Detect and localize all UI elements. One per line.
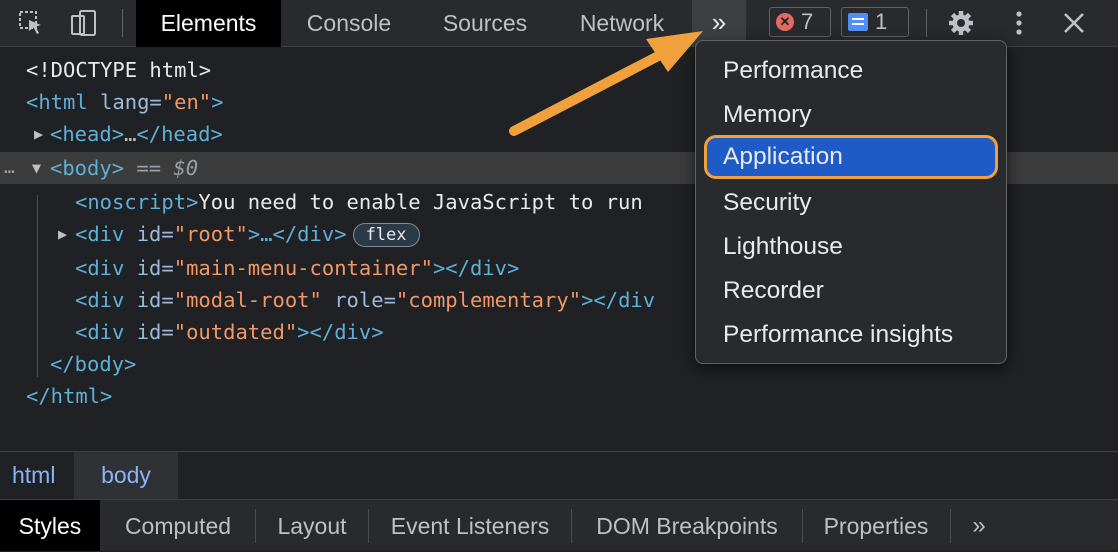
tab-dom-breakpoints[interactable]: DOM Breakpoints [575,500,799,551]
noscript-open-tag: <noscript> [75,190,199,214]
dom-node-html-close[interactable]: </html> [0,380,1118,412]
error-count: 7 [801,9,814,34]
div-collapsed-rest: >…</div> [247,222,347,246]
expand-triangle-icon[interactable]: ▶ [58,218,74,250]
collapse-triangle-icon[interactable]: ▼ [32,152,48,184]
toolbar-divider [122,9,123,37]
more-sidebar-tabs-icon[interactable]: » [955,500,1003,551]
id-value: "root" [173,222,248,246]
menu-item-security[interactable]: Security [704,181,998,225]
head-close-tag: </head> [136,122,223,146]
tab-divider [802,509,803,543]
tab-computed[interactable]: Computed [104,500,252,551]
tab-network[interactable]: Network [563,0,681,47]
div-close: ></div> [297,320,384,344]
menu-item-performance-insights[interactable]: Performance insights [704,313,998,357]
menu-item-lighthouse[interactable]: Lighthouse [704,225,998,269]
error-counter[interactable]: ✕ 7 [769,7,831,37]
body-open-tag: <body> [50,156,125,180]
id-value: "outdated" [173,320,298,344]
tab-styles[interactable]: Styles [0,500,100,551]
html-open-tag: <html [26,90,88,114]
menu-item-application[interactable]: Application [704,135,998,179]
message-icon [848,13,868,31]
sidebar-tabs: Styles Computed Layout Event Listeners D… [0,499,1118,551]
breadcrumb: html body [0,451,1118,499]
more-tabs-icon: » [711,7,727,37]
head-open-tag: <head> [50,122,125,146]
tab-elements[interactable]: Elements [136,0,281,47]
lang-value: "en" [161,90,212,114]
id-value: "modal-root" [173,288,322,312]
toolbar-divider [926,9,927,37]
role-attr: role= [321,288,396,312]
node-actions-dots[interactable]: … [4,152,15,184]
tab-sources[interactable]: Sources [425,0,545,47]
menu-item-performance[interactable]: Performance [704,49,998,93]
div-open-tag: <div [75,320,125,344]
div-close: ></div> [432,256,520,280]
expand-triangle-icon[interactable]: ▶ [34,118,50,150]
more-tabs-menu: Performance Memory Application Security … [695,40,1007,364]
lang-attr: lang= [87,90,162,114]
breadcrumb-html[interactable]: html [0,452,67,499]
flex-badge[interactable]: flex [352,223,420,247]
div-open-tag: <div [75,288,125,312]
id-attr: id= [124,222,174,246]
body-close-tag: </body> [50,352,137,376]
noscript-text: You need to enable JavaScript to run [198,190,643,214]
close-icon[interactable] [1059,8,1089,38]
inspect-icon[interactable] [16,8,46,38]
tab-properties[interactable]: Properties [805,500,947,551]
id-attr: id= [124,256,174,280]
device-toolbar-icon[interactable] [68,8,98,38]
selected-node-marker: == $0 [124,156,199,180]
id-attr: id= [124,320,174,344]
id-value: "main-menu-container" [173,256,433,280]
html-close-tag: </html> [26,384,113,408]
tab-divider [571,509,572,543]
div-open-tag: <div [75,256,125,280]
menu-item-recorder[interactable]: Recorder [704,269,998,313]
html-close-bracket: > [211,90,224,114]
doctype-text: <!DOCTYPE html> [26,58,212,82]
gear-icon[interactable] [946,8,976,38]
tab-event-listeners[interactable]: Event Listeners [372,500,568,551]
tab-divider [255,509,256,543]
menu-item-memory[interactable]: Memory [704,93,998,137]
div-close: ></div [581,288,656,312]
tab-divider [950,509,951,543]
tab-console[interactable]: Console [288,0,410,47]
tab-divider [368,509,369,543]
role-value: "complementary" [395,288,582,312]
message-count: 1 [875,9,888,34]
div-open-tag: <div [75,222,125,246]
breadcrumb-body[interactable]: body [74,452,178,499]
id-attr: id= [124,288,174,312]
tab-layout[interactable]: Layout [258,500,366,551]
collapsed-ellipsis[interactable]: … [124,122,136,146]
error-icon: ✕ [776,13,794,31]
tree-indent-guide [37,195,38,377]
kebab-menu-icon[interactable] [1004,8,1034,38]
message-counter[interactable]: 1 [841,7,909,37]
